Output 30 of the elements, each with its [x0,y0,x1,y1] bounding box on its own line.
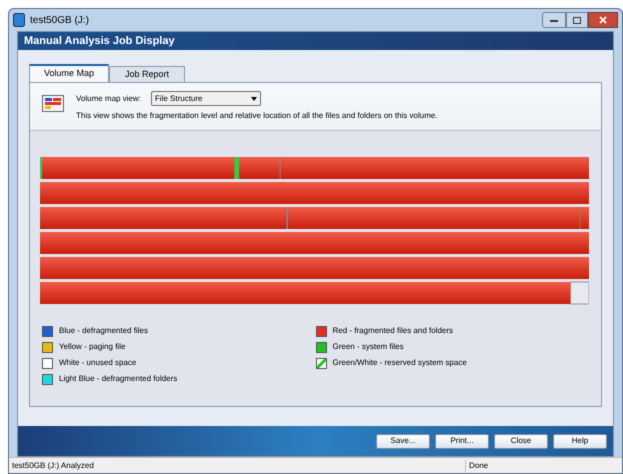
view-dropdown[interactable]: File Structure [150,91,261,106]
dialog-button[interactable]: Help [553,434,607,448]
legend-swatch-icon [316,358,326,368]
dialog-button[interactable]: Save... [376,434,430,448]
dialog-title: Manual Analysis Job Display [24,34,175,49]
view-description: This view shows the fragmentation level and relative location of all the files and folders on this volume. [76,110,438,122]
legend-label: Blue - defragmented files [59,325,148,337]
view-label: Volume map view: [76,92,141,104]
maximize-icon [573,16,581,24]
legend-label: Green - system files [332,341,404,353]
dropdown-caret-icon [250,96,257,100]
legend-label: Green/White - reserved system space [332,357,467,369]
tab[interactable]: Job Report [109,66,186,82]
dialog-button[interactable]: Close [494,434,548,448]
minimize-icon [550,18,558,22]
maximize-button[interactable] [566,12,588,28]
minimize-button[interactable] [542,12,566,28]
close-icon [599,16,607,24]
tab[interactable]: Volume Map [29,64,110,82]
legend-label: Yellow - paging file [59,341,126,353]
window-title: test50GB (J:) [30,14,89,28]
legend-label: Red - fragmented files and folders [332,325,454,337]
close-button[interactable] [588,12,618,28]
status-message: test50GB (J:) Analyzed [11,460,95,472]
legend-label: White - unused space [59,357,136,369]
volume-map-icon [42,95,64,112]
dialog-button[interactable]: Print... [435,434,489,448]
status-state: Done [465,460,488,472]
legend-label: Light Blue - defragmented folders [59,373,178,385]
app-icon [13,13,25,27]
